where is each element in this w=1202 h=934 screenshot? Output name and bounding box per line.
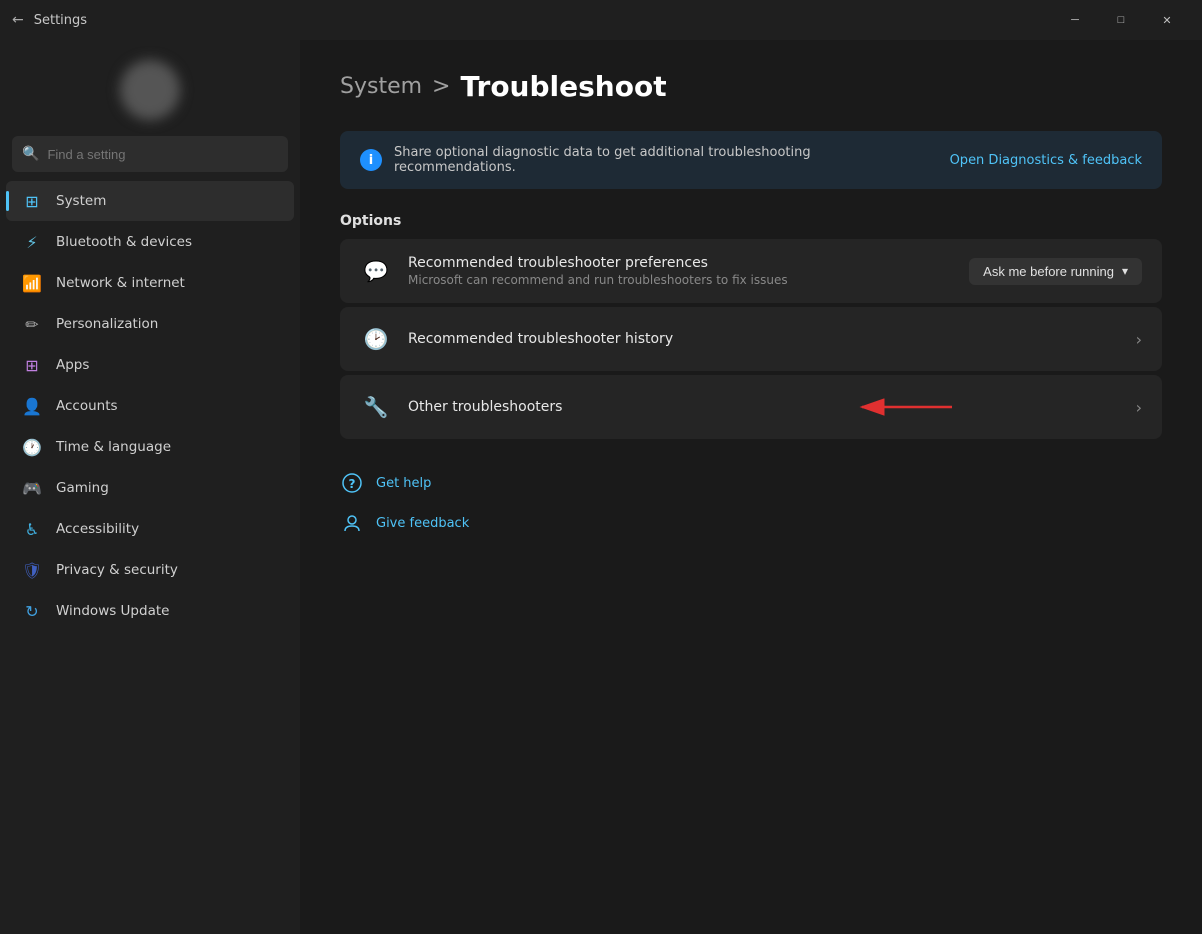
help-icon-give-feedback bbox=[340, 511, 364, 535]
nav-icon-gaming: 🎮 bbox=[22, 478, 42, 498]
minimize-button[interactable]: ─ bbox=[1052, 4, 1098, 36]
option-title-other-troubleshooters: Other troubleshooters bbox=[408, 399, 1120, 415]
options-list: 💬 Recommended troubleshooter preferences… bbox=[340, 239, 1162, 439]
help-label-get-help: Get help bbox=[376, 476, 431, 491]
sidebar-item-bluetooth[interactable]: ⚡ Bluetooth & devices bbox=[6, 222, 294, 262]
chevron-down-icon: ▾ bbox=[1122, 264, 1128, 278]
option-card-recommended-preferences[interactable]: 💬 Recommended troubleshooter preferences… bbox=[340, 239, 1162, 303]
nav-icon-network: 📶 bbox=[22, 273, 42, 293]
help-label-give-feedback: Give feedback bbox=[376, 516, 469, 531]
nav-label-update: Windows Update bbox=[56, 603, 169, 619]
breadcrumb-parent: System bbox=[340, 74, 422, 99]
search-icon: 🔍 bbox=[22, 146, 39, 162]
back-icon[interactable]: ← bbox=[12, 12, 24, 28]
nav-icon-bluetooth: ⚡ bbox=[22, 232, 42, 252]
option-info-recommended-history: Recommended troubleshooter history bbox=[408, 331, 1120, 347]
sidebar-item-gaming[interactable]: 🎮 Gaming bbox=[6, 468, 294, 508]
close-button[interactable]: ✕ bbox=[1144, 4, 1190, 36]
nav-label-personalization: Personalization bbox=[56, 316, 158, 332]
option-right-recommended-history: › bbox=[1136, 330, 1142, 349]
option-title-recommended-history: Recommended troubleshooter history bbox=[408, 331, 1120, 347]
search-input[interactable] bbox=[47, 147, 278, 162]
app-title: Settings bbox=[34, 13, 87, 28]
option-info-recommended-preferences: Recommended troubleshooter preferences M… bbox=[408, 255, 953, 287]
option-subtitle-recommended-preferences: Microsoft can recommend and run troubles… bbox=[408, 273, 953, 287]
sidebar-item-update[interactable]: ↻ Windows Update bbox=[6, 591, 294, 631]
option-info-other-troubleshooters: Other troubleshooters bbox=[408, 399, 1120, 415]
breadcrumb-current: Troubleshoot bbox=[460, 70, 666, 103]
maximize-button[interactable]: □ bbox=[1098, 4, 1144, 36]
help-icon-get-help: ? bbox=[340, 471, 364, 495]
banner-text: Share optional diagnostic data to get ad… bbox=[394, 145, 934, 175]
sidebar-item-privacy[interactable]: 🛡 Privacy & security bbox=[6, 550, 294, 590]
content-area: System > Troubleshoot i Share optional d… bbox=[300, 40, 1202, 934]
option-icon-other-troubleshooters: 🔧 bbox=[360, 391, 392, 423]
sidebar-item-personalization[interactable]: ✏ Personalization bbox=[6, 304, 294, 344]
help-link-get-help[interactable]: ? Get help bbox=[340, 467, 1162, 499]
section-title: Options bbox=[340, 213, 1162, 229]
nav-list: ⊞ System ⚡ Bluetooth & devices 📶 Network… bbox=[0, 180, 300, 632]
app-body: 🔍 ⊞ System ⚡ Bluetooth & devices 📶 Netwo… bbox=[0, 40, 1202, 934]
svg-text:?: ? bbox=[349, 477, 356, 491]
nav-label-system: System bbox=[56, 193, 106, 209]
dropdown-recommended-preferences[interactable]: Ask me before running ▾ bbox=[969, 258, 1142, 285]
info-banner-left: i Share optional diagnostic data to get … bbox=[360, 145, 934, 175]
help-link-give-feedback[interactable]: Give feedback bbox=[340, 507, 1162, 539]
breadcrumb: System > Troubleshoot bbox=[340, 70, 1162, 103]
open-diagnostics-link[interactable]: Open Diagnostics & feedback bbox=[950, 153, 1142, 168]
nav-icon-privacy: 🛡 bbox=[22, 560, 42, 580]
chevron-right-icon: › bbox=[1136, 330, 1142, 349]
nav-icon-accessibility: ♿ bbox=[22, 519, 42, 539]
search-box[interactable]: 🔍 bbox=[12, 136, 288, 172]
nav-label-network: Network & internet bbox=[56, 275, 185, 291]
option-right-recommended-preferences: Ask me before running ▾ bbox=[969, 258, 1142, 285]
breadcrumb-separator: > bbox=[432, 74, 450, 99]
sidebar-item-accessibility[interactable]: ♿ Accessibility bbox=[6, 509, 294, 549]
nav-label-privacy: Privacy & security bbox=[56, 562, 178, 578]
nav-label-time: Time & language bbox=[56, 439, 171, 455]
sidebar-item-time[interactable]: 🕐 Time & language bbox=[6, 427, 294, 467]
help-links: ? Get help Give feedback bbox=[340, 467, 1162, 539]
nav-icon-update: ↻ bbox=[22, 601, 42, 621]
option-title-recommended-preferences: Recommended troubleshooter preferences bbox=[408, 255, 953, 271]
sidebar-item-accounts[interactable]: 👤 Accounts bbox=[6, 386, 294, 426]
option-icon-recommended-preferences: 💬 bbox=[360, 255, 392, 287]
chevron-right-icon: › bbox=[1136, 398, 1142, 417]
option-card-other-troubleshooters[interactable]: 🔧 Other troubleshooters › bbox=[340, 375, 1162, 439]
nav-label-accessibility: Accessibility bbox=[56, 521, 139, 537]
titlebar: ← Settings ─ □ ✕ bbox=[0, 0, 1202, 40]
sidebar: 🔍 ⊞ System ⚡ Bluetooth & devices 📶 Netwo… bbox=[0, 40, 300, 934]
nav-icon-apps: ⊞ bbox=[22, 355, 42, 375]
dropdown-label-recommended-preferences: Ask me before running bbox=[983, 264, 1114, 279]
titlebar-left: ← Settings bbox=[12, 12, 87, 28]
sidebar-item-network[interactable]: 📶 Network & internet bbox=[6, 263, 294, 303]
nav-icon-personalization: ✏ bbox=[22, 314, 42, 334]
option-icon-recommended-history: 🕑 bbox=[360, 323, 392, 355]
info-banner: i Share optional diagnostic data to get … bbox=[340, 131, 1162, 189]
nav-icon-system: ⊞ bbox=[22, 191, 42, 211]
option-right-other-troubleshooters: › bbox=[1136, 398, 1142, 417]
avatar bbox=[120, 60, 180, 120]
sidebar-item-apps[interactable]: ⊞ Apps bbox=[6, 345, 294, 385]
window-controls: ─ □ ✕ bbox=[1052, 4, 1190, 36]
nav-label-gaming: Gaming bbox=[56, 480, 109, 496]
nav-icon-time: 🕐 bbox=[22, 437, 42, 457]
sidebar-item-system[interactable]: ⊞ System bbox=[6, 181, 294, 221]
nav-label-bluetooth: Bluetooth & devices bbox=[56, 234, 192, 250]
nav-icon-accounts: 👤 bbox=[22, 396, 42, 416]
nav-label-accounts: Accounts bbox=[56, 398, 118, 414]
info-icon: i bbox=[360, 149, 382, 171]
option-card-recommended-history[interactable]: 🕑 Recommended troubleshooter history › bbox=[340, 307, 1162, 371]
nav-label-apps: Apps bbox=[56, 357, 89, 373]
